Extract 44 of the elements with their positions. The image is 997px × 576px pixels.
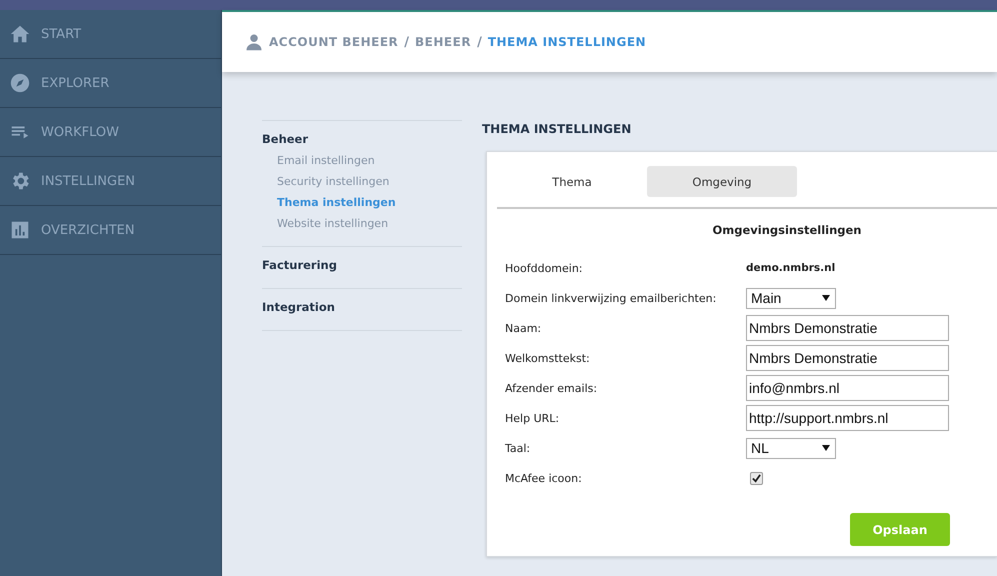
tab[interactable]: Thema (497, 166, 647, 197)
field-label: Domein linkverwijzing emailberichten: (505, 292, 718, 304)
submenu-heading[interactable]: Beheer (262, 132, 462, 150)
breadcrumb-separator: / (404, 34, 410, 50)
input-field[interactable]: Nmbrs Demonstratie (746, 315, 949, 341)
compass-icon (9, 72, 31, 94)
submenu-item[interactable]: Security instellingen (262, 171, 462, 192)
sidebar-item[interactable]: INSTELLINGEN (0, 157, 221, 206)
input-field[interactable]: http://support.nmbrs.nl (746, 405, 949, 431)
submenu-item[interactable]: Email instellingen (262, 150, 462, 171)
field-label: Afzender emails: (505, 382, 598, 394)
save-button[interactable]: Opslaan (850, 513, 950, 546)
field-label: McAfee icoon: (505, 472, 583, 484)
field-label: Help URL: (505, 412, 560, 424)
field-label: Welkomsttekst: (505, 352, 591, 364)
submenu-heading[interactable]: Facturering (262, 258, 462, 276)
caret-icon (822, 445, 830, 451)
field-label: Hoofddomein: (505, 262, 584, 274)
field-label: Naam: (505, 322, 542, 334)
submenu-heading[interactable]: Integration (262, 300, 462, 318)
breadcrumb-link[interactable]: THEMA INSTELLINGEN (488, 35, 646, 49)
section-title: THEMA INSTELLINGEN (481, 121, 632, 138)
sidebar-item[interactable]: OVERZICHTEN (0, 206, 221, 255)
form-title: Omgevingsinstellingen (712, 223, 862, 237)
dropdown[interactable]: Main (746, 288, 836, 308)
caret-icon (822, 295, 830, 301)
breadcrumb-separator: / (477, 34, 482, 50)
sidebar-item[interactable]: WORKFLOW (0, 108, 221, 157)
sidebar-item[interactable]: EXPLORER (0, 59, 221, 108)
submenu-item[interactable]: Thema instellingen (262, 192, 462, 213)
input-field[interactable]: info@nmbrs.nl (746, 375, 949, 401)
user-icon (245, 33, 263, 51)
home-icon (9, 23, 31, 45)
bar-chart-icon (9, 219, 31, 241)
breadcrumb-link[interactable]: ACCOUNT BEHEER (269, 35, 398, 49)
checkbox[interactable] (750, 472, 763, 484)
field-label: Taal: (505, 442, 532, 454)
breadcrumb-link[interactable]: BEHEER (415, 35, 472, 49)
domain-value: demo.nmbrs.nl (746, 262, 836, 274)
dropdown[interactable]: NL (746, 438, 836, 458)
input-field[interactable]: Nmbrs Demonstratie (746, 345, 949, 371)
tab[interactable]: Omgeving (647, 166, 797, 197)
sidebar-item[interactable]: START (0, 10, 221, 59)
submenu-item[interactable]: Website instellingen (262, 213, 462, 234)
